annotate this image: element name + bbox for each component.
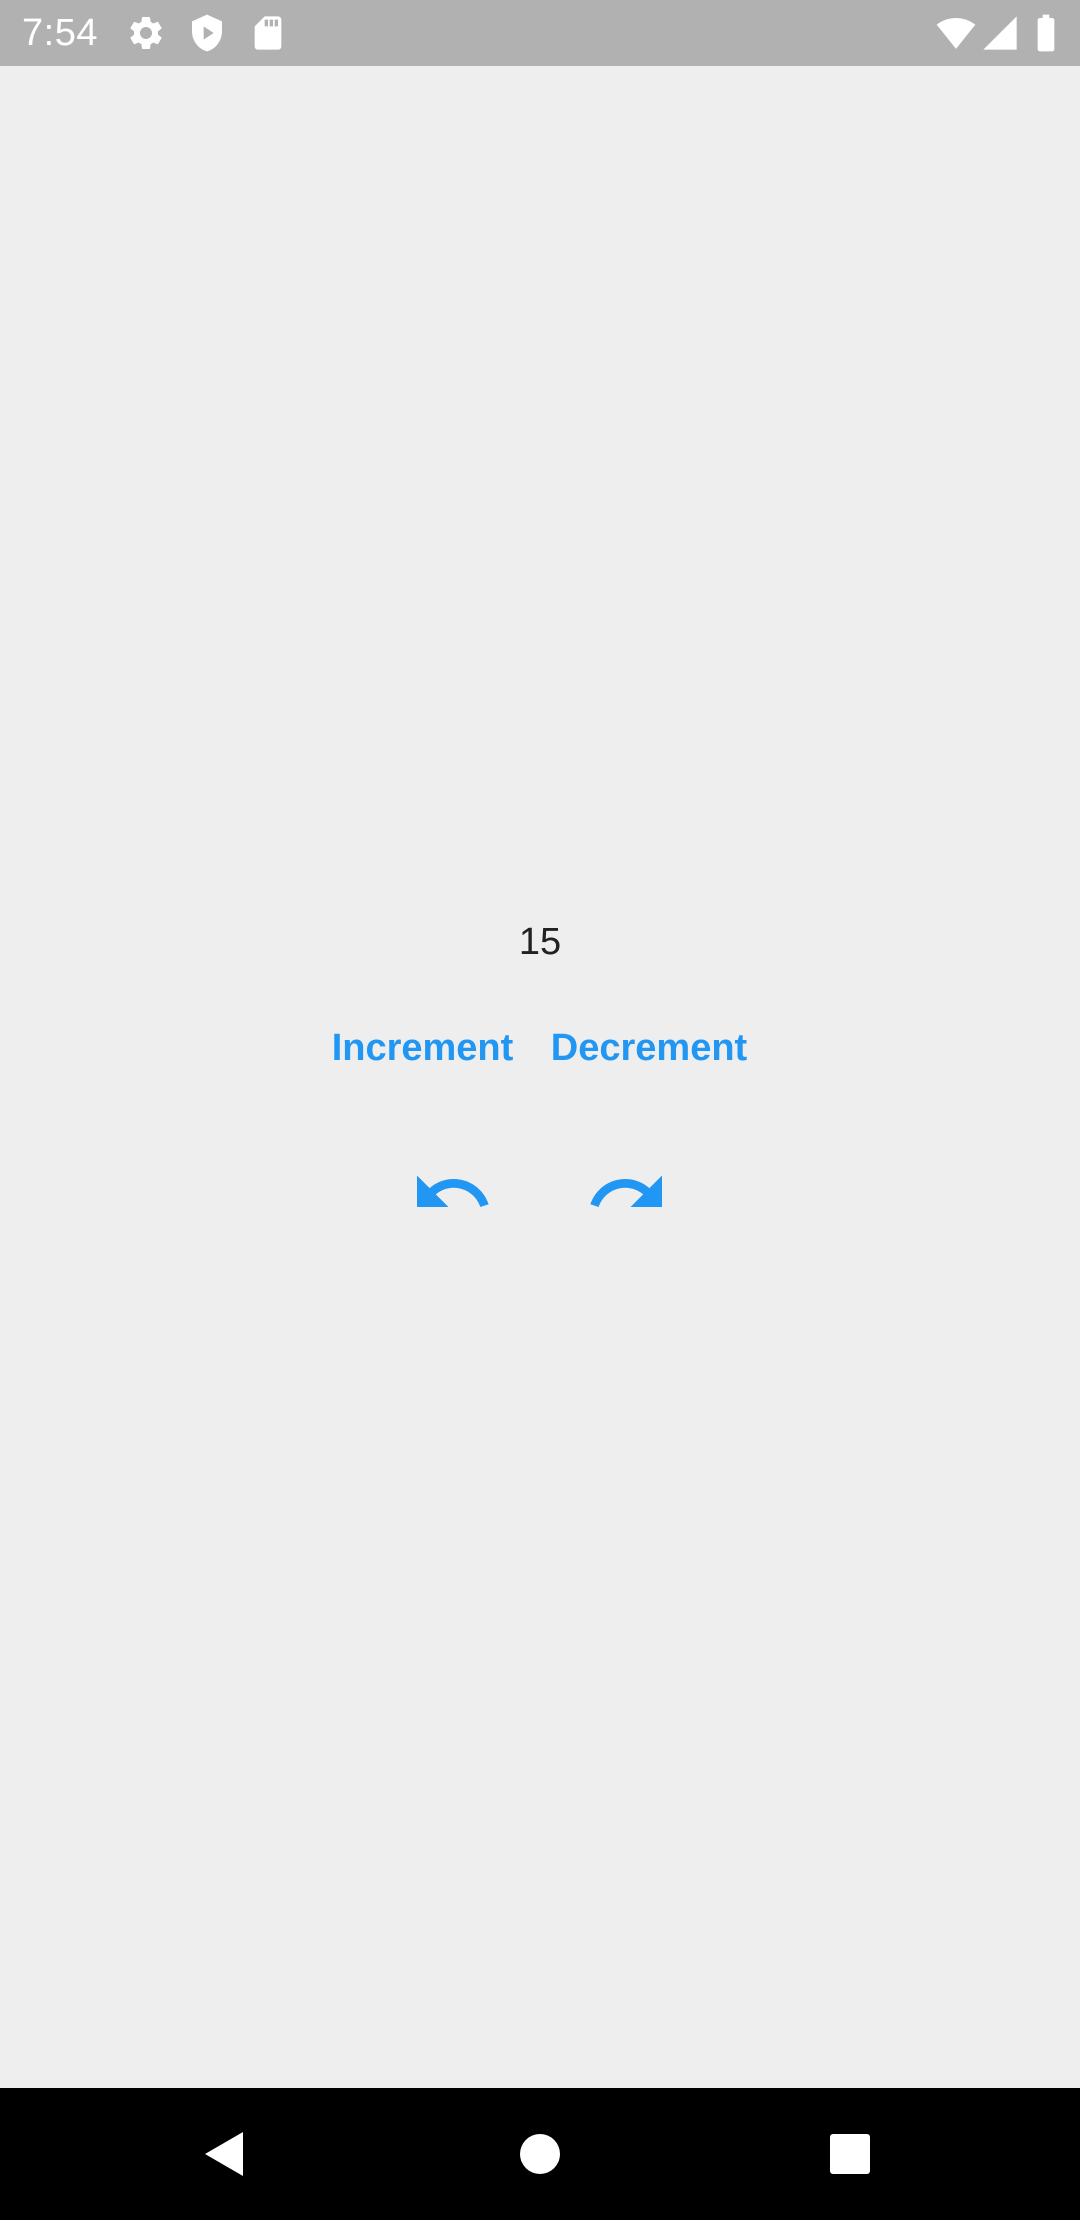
wifi-icon [936, 13, 976, 53]
shield-play-icon [187, 13, 227, 53]
undo-button[interactable] [410, 1151, 494, 1235]
redo-icon [590, 1175, 662, 1207]
main-content: 15 Increment Decrement [0, 66, 1080, 2088]
home-icon[interactable] [500, 2114, 580, 2194]
increment-button[interactable]: Increment [320, 998, 525, 1098]
battery-icon [1028, 13, 1064, 53]
back-icon[interactable] [187, 2114, 267, 2194]
status-bar: 7:54 [0, 0, 1080, 66]
status-time: 7:54 [22, 12, 98, 54]
counter-value: 15 [518, 921, 562, 963]
recents-icon[interactable] [810, 2114, 890, 2194]
decrement-button[interactable]: Decrement [545, 998, 753, 1098]
navigation-bar [0, 2088, 1080, 2220]
redo-button[interactable] [585, 1151, 669, 1235]
undo-icon [417, 1175, 489, 1207]
cell-signal-icon [980, 13, 1020, 53]
sd-card-icon [248, 13, 288, 53]
gear-icon [126, 13, 166, 53]
